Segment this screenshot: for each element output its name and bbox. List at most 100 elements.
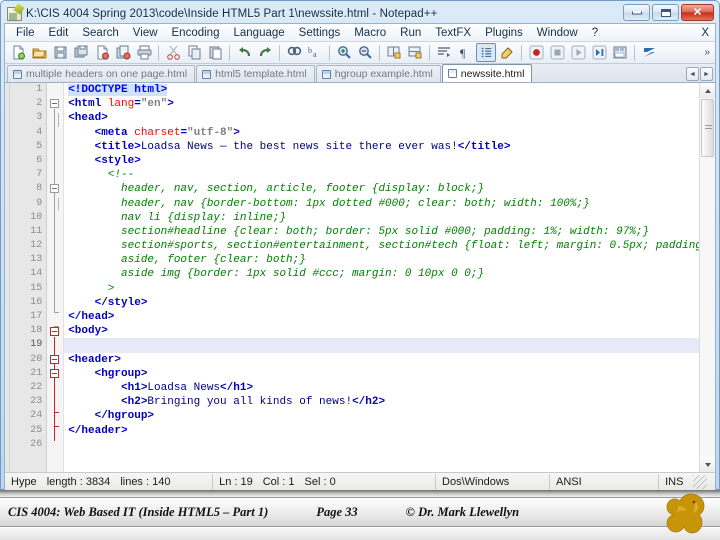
menu-item-file[interactable]: File bbox=[9, 26, 42, 40]
menu-item-edit[interactable]: Edit bbox=[42, 26, 76, 40]
show-all-chars-icon[interactable]: ¶ bbox=[455, 43, 475, 62]
close-all-icon[interactable] bbox=[113, 43, 133, 62]
fold-toggle-line-2[interactable] bbox=[50, 99, 60, 109]
code-line[interactable]: nav li {display: inline;} bbox=[64, 211, 699, 225]
scroll-up-arrow-icon[interactable] bbox=[700, 83, 715, 98]
code-line[interactable]: <meta charset="utf-8"> bbox=[64, 126, 699, 140]
code-line[interactable]: </header> bbox=[64, 424, 699, 438]
code-line[interactable]: <body> bbox=[64, 324, 699, 338]
fold-toggle-line-6[interactable] bbox=[50, 184, 60, 193]
user-defined-dialog-icon[interactable] bbox=[497, 43, 517, 62]
code-line[interactable]: <head> bbox=[64, 111, 699, 125]
print-icon[interactable] bbox=[134, 43, 154, 62]
scrollbar-thumb[interactable] bbox=[701, 99, 714, 157]
save-all-icon[interactable] bbox=[71, 43, 91, 62]
fold-toggle-line-20[interactable] bbox=[50, 355, 60, 364]
code-token: <head> bbox=[68, 112, 108, 125]
find-icon[interactable] bbox=[284, 43, 304, 62]
code-line[interactable]: <h2>Bringing you all kinds of news!</h2> bbox=[64, 395, 699, 409]
menu-item-plugins[interactable]: Plugins bbox=[478, 26, 530, 40]
code-line[interactable]: header, nav, section, article, footer {d… bbox=[64, 182, 699, 196]
code-line[interactable]: section#sports, section#entertainment, s… bbox=[64, 239, 699, 253]
code-line[interactable]: <hgroup> bbox=[64, 367, 699, 381]
close-file-icon[interactable] bbox=[92, 43, 112, 62]
menu-item-window[interactable]: Window bbox=[530, 26, 585, 40]
slide: K:\CIS 4004 Spring 2013\code\Inside HTML… bbox=[0, 0, 720, 540]
sync-horizontal-icon[interactable] bbox=[405, 43, 425, 62]
play-macro-icon[interactable] bbox=[568, 43, 588, 62]
menu-item-help[interactable]: ? bbox=[585, 26, 605, 40]
code-line[interactable]: <title>Loadsa News — the best news site … bbox=[64, 140, 699, 154]
tab-hgroup-example[interactable]: hgroup example.html bbox=[315, 65, 441, 82]
sync-vertical-icon[interactable] bbox=[384, 43, 404, 62]
menu-item-search[interactable]: Search bbox=[75, 26, 125, 40]
tab-html5-template[interactable]: html5 template.html bbox=[196, 65, 315, 82]
open-file-icon[interactable] bbox=[29, 43, 49, 62]
cut-icon[interactable] bbox=[163, 43, 183, 62]
code-line[interactable] bbox=[64, 438, 699, 452]
code-token: <html bbox=[68, 98, 108, 111]
code-line[interactable] bbox=[64, 338, 699, 353]
menu-item-run[interactable]: Run bbox=[393, 26, 428, 40]
resize-grip-icon[interactable] bbox=[693, 475, 707, 489]
save-icon[interactable] bbox=[50, 43, 70, 62]
toolbar-overflow-button[interactable]: » bbox=[704, 47, 712, 58]
code-editor[interactable]: 1 2 3 4 5 6 7 8 9 10 11 12 13 14 15 16 17 18 19 20 21 22 23 24 2… bbox=[5, 83, 699, 472]
save-macro-icon[interactable] bbox=[610, 43, 630, 62]
vertical-scrollbar[interactable] bbox=[699, 83, 715, 472]
code-line[interactable]: section#headline {clear: both; border: 5… bbox=[64, 225, 699, 239]
code-line[interactable]: <html lang="en"> bbox=[64, 97, 699, 111]
tab-scroll-left-button[interactable]: ◄ bbox=[686, 67, 699, 81]
code-line[interactable]: <header> bbox=[64, 353, 699, 367]
indent-guide-icon[interactable] bbox=[476, 43, 496, 62]
replace-icon[interactable]: ba bbox=[305, 43, 325, 62]
menu-item-language[interactable]: Language bbox=[226, 26, 291, 40]
close-button[interactable]: ✕ bbox=[681, 4, 714, 21]
menu-item-encoding[interactable]: Encoding bbox=[165, 26, 227, 40]
code-line[interactable]: </hgroup> bbox=[64, 409, 699, 423]
undo-icon[interactable] bbox=[234, 43, 254, 62]
code-line[interactable]: <style> bbox=[64, 154, 699, 168]
scroll-down-arrow-icon[interactable] bbox=[700, 457, 715, 472]
code-line[interactable]: </style> bbox=[64, 296, 699, 310]
maximize-button[interactable] bbox=[652, 4, 679, 21]
word-wrap-icon[interactable] bbox=[434, 43, 454, 62]
redo-icon[interactable] bbox=[255, 43, 275, 62]
menu-item-view[interactable]: View bbox=[126, 26, 165, 40]
menu-item-settings[interactable]: Settings bbox=[292, 26, 348, 40]
line-number: 2 bbox=[36, 98, 43, 110]
code-folding-margin[interactable] bbox=[47, 83, 65, 472]
code-token: <!DOCTYPE html> bbox=[68, 84, 168, 96]
fold-toggle-line-21[interactable] bbox=[50, 369, 60, 378]
code-token: <body> bbox=[68, 325, 108, 338]
code-text-area[interactable]: <!DOCTYPE html> <html lang="en"> <head> <m… bbox=[64, 83, 699, 472]
code-line[interactable]: <!-- bbox=[64, 168, 699, 182]
tab-multiple-headers[interactable]: multiple headers on one page.html bbox=[7, 65, 196, 82]
code-line[interactable]: </head> bbox=[64, 310, 699, 324]
code-line[interactable]: aside, footer {clear: both;} bbox=[64, 253, 699, 267]
record-macro-icon[interactable] bbox=[526, 43, 546, 62]
menu-item-textfx[interactable]: TextFX bbox=[428, 26, 478, 40]
zoom-out-icon[interactable] bbox=[355, 43, 375, 62]
code-line[interactable]: aside img {border: 1px solid #ccc; margi… bbox=[64, 267, 699, 281]
tab-scroll-right-button[interactable]: ► bbox=[700, 67, 713, 81]
code-line[interactable]: <!DOCTYPE html> bbox=[64, 83, 699, 97]
close-document-button[interactable]: X bbox=[701, 27, 709, 39]
code-line[interactable]: <h1>Loadsa News</h1> bbox=[64, 381, 699, 395]
code-line[interactable]: header, nav {border-bottom: 1px dotted #… bbox=[64, 197, 699, 211]
run-icon[interactable] bbox=[639, 43, 659, 62]
code-token: nav li {display: inline;} bbox=[68, 211, 287, 224]
copy-icon[interactable] bbox=[184, 43, 204, 62]
paste-icon[interactable] bbox=[205, 43, 225, 62]
zoom-in-icon[interactable] bbox=[334, 43, 354, 62]
run-macro-multiple-icon[interactable] bbox=[589, 43, 609, 62]
tab-newssite[interactable]: newssite.html bbox=[441, 64, 533, 82]
stop-macro-icon[interactable] bbox=[547, 43, 567, 62]
new-file-icon[interactable] bbox=[8, 43, 28, 62]
fold-toggle-line-18[interactable] bbox=[50, 327, 60, 336]
menu-item-macro[interactable]: Macro bbox=[347, 26, 393, 40]
minimize-button[interactable] bbox=[623, 4, 650, 21]
fold-line-html bbox=[54, 109, 56, 313]
code-line[interactable]: > bbox=[64, 282, 699, 296]
document-tab-bar: multiple headers on one page.html html5 … bbox=[5, 64, 715, 83]
